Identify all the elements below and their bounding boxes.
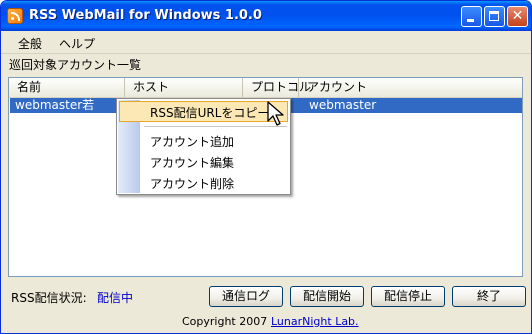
menu-add-account[interactable]: アカウント追加: [150, 133, 234, 150]
status-label: RSS配信状況:: [11, 291, 87, 305]
menu-copy-rss-url[interactable]: RSS配信URLをコピー: [150, 104, 269, 121]
copyright-text: Copyright 2007: [182, 315, 268, 328]
comm-log-button[interactable]: 通信ログ: [209, 286, 283, 307]
stop-delivery-button[interactable]: 配信停止: [371, 286, 445, 307]
column-header-account[interactable]: アカウント: [299, 78, 522, 97]
menu-edit-account[interactable]: アカウント編集: [150, 154, 234, 171]
column-header-protocol[interactable]: プロトコル: [243, 78, 311, 97]
menu-delete-account[interactable]: アカウント削除: [150, 175, 234, 192]
start-delivery-button[interactable]: 配信開始: [290, 286, 364, 307]
menu-general[interactable]: 全般: [18, 35, 42, 52]
minimize-icon: [467, 19, 474, 22]
close-button[interactable]: ✕: [507, 6, 528, 27]
title-bar[interactable]: RSS WebMail for Windows 1.0.0 ✕: [1, 1, 531, 31]
menu-help[interactable]: ヘルプ: [59, 35, 95, 52]
menu-bar: 全般 ヘルプ: [1, 31, 531, 54]
window-title: RSS WebMail for Windows 1.0.0: [29, 8, 262, 23]
cell-account: webmaster: [309, 98, 377, 112]
exit-button[interactable]: 終了: [452, 286, 526, 307]
rss-feed-icon: [7, 8, 23, 24]
minimize-button[interactable]: [461, 6, 482, 27]
cell-name: webmaster若: [15, 98, 95, 112]
status-value: 配信中: [97, 291, 134, 305]
column-header-host[interactable]: ホスト: [125, 78, 243, 97]
main-window: RSS WebMail for Windows 1.0.0 ✕ 全般 ヘルプ 巡…: [0, 0, 532, 334]
account-list-label: 巡回対象アカウント一覧: [9, 58, 142, 72]
column-header-name[interactable]: 名前: [9, 78, 125, 97]
context-menu: RSS配信URLをコピー アカウント追加 アカウント編集 アカウント削除: [116, 98, 291, 195]
list-header: 名前 ホスト プロトコル アカウント: [9, 78, 522, 98]
lunarnight-link[interactable]: LunarNight Lab.: [271, 315, 359, 328]
arrow-cursor-icon: [267, 101, 284, 126]
maximize-button[interactable]: [484, 6, 505, 27]
close-icon: ✕: [511, 8, 524, 24]
maximize-icon: [489, 11, 499, 21]
